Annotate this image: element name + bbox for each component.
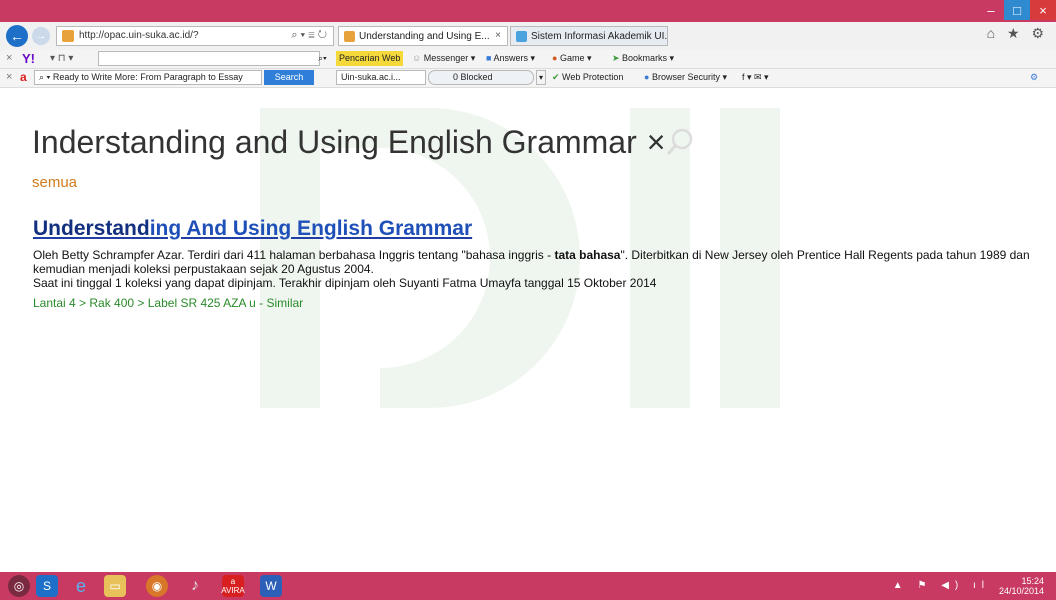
toolbar-small-controls[interactable]: ▾ ⊓ ▾ bbox=[50, 53, 73, 64]
answers-button[interactable]: ■ Answers ▾ bbox=[486, 53, 535, 64]
address-url: http://opac.uin-suka.ac.id/? bbox=[79, 30, 199, 41]
window-buttons: – □ × bbox=[978, 0, 1056, 22]
game-icon: ● bbox=[552, 53, 560, 63]
messenger-icon: ☺ bbox=[412, 53, 424, 63]
yahoo-logo-icon[interactable]: Y! bbox=[22, 51, 35, 66]
windows-taskbar: ◎ S e ▭ ◉ ♪ a AVIRA W ▲ ⚑ ◀) ıl 15:24 24/… bbox=[0, 572, 1056, 600]
result-title-rest: ing And Using English Grammar bbox=[149, 217, 473, 240]
avira-search-input[interactable]: ⌕ ▾ Ready to Write More: From Paragraph … bbox=[34, 70, 262, 85]
minimize-button[interactable]: – bbox=[978, 0, 1004, 20]
tab-close-icon[interactable]: × bbox=[495, 30, 501, 41]
result-title-highlight: Understand bbox=[33, 217, 150, 240]
tab-favicon-icon bbox=[516, 31, 527, 42]
explorer-icon[interactable]: ▭ bbox=[104, 575, 126, 597]
tab-understanding[interactable]: Understanding and Using E... × bbox=[338, 26, 508, 46]
search-query-text: Inderstanding and Using English Grammar bbox=[32, 124, 637, 160]
address-bar[interactable]: http://opac.uin-suka.ac.id/? ⌕ ▾ ≣ ↻ bbox=[56, 26, 334, 46]
blocked-counter[interactable]: 0 Blocked bbox=[428, 70, 534, 85]
maximize-button[interactable]: □ bbox=[1004, 0, 1030, 20]
system-tray-icons[interactable]: ▲ ⚑ ◀) ıl bbox=[893, 580, 990, 591]
result-description: Oleh Betty Schrampfer Azar. Terdiri dari… bbox=[33, 248, 1030, 290]
site-field[interactable]: Uin-suka.ac.i... bbox=[336, 70, 426, 85]
close-window-button[interactable]: × bbox=[1030, 0, 1056, 20]
toolbar-close-icon[interactable]: × bbox=[6, 71, 12, 83]
yahoo-toolbar: × Y! ▾ ⊓ ▾ ⌕▾ Pencarian Web ☺ Messenger … bbox=[0, 50, 1056, 69]
yahoo-search-input[interactable] bbox=[98, 51, 320, 66]
tab-label: Understanding and Using E... bbox=[359, 30, 490, 42]
forward-arrow-icon: → bbox=[35, 30, 47, 42]
tab-favicon-icon bbox=[344, 31, 355, 42]
dropdown-arrow-icon[interactable]: ▾ bbox=[536, 70, 546, 85]
search-icon[interactable] bbox=[665, 127, 695, 157]
social-buttons[interactable]: f ▾ ✉ ▾ bbox=[742, 72, 769, 83]
clock[interactable]: 15:24 24/10/2014 bbox=[999, 576, 1044, 596]
home-star-gear-icons[interactable]: ⌂ ★ ⚙ bbox=[987, 25, 1048, 42]
toolbar-close-icon[interactable]: × bbox=[6, 52, 12, 64]
avira-taskbar-icon[interactable]: a AVIRA bbox=[221, 575, 245, 597]
web-protection-button[interactable]: ✔ Web Protection bbox=[552, 72, 623, 83]
search-button[interactable]: Search bbox=[264, 70, 314, 85]
search-dropdown-icon[interactable]: ⌕▾ bbox=[318, 53, 327, 64]
ie-icon[interactable]: e bbox=[70, 575, 92, 597]
clear-search-icon[interactable]: × bbox=[647, 124, 666, 160]
back-arrow-icon: ← bbox=[10, 28, 24, 44]
navigation-bar: ← → http://opac.uin-suka.ac.id/? ⌕ ▾ ≣ ↻… bbox=[0, 22, 1056, 51]
game-button[interactable]: ● Game ▾ bbox=[552, 53, 591, 64]
result-title-link[interactable]: Understanding And Using English Grammar bbox=[33, 217, 472, 241]
paint-icon[interactable]: ◉ bbox=[146, 575, 168, 597]
word-icon[interactable]: W bbox=[260, 575, 282, 597]
firefox-icon[interactable]: ◎ bbox=[8, 575, 30, 597]
settings-icon[interactable]: ⚙ bbox=[1030, 72, 1038, 83]
back-button[interactable]: ← bbox=[6, 25, 28, 47]
tab-label: Sistem Informasi Akademik UI... bbox=[531, 30, 668, 42]
avira-logo-icon[interactable]: a bbox=[20, 70, 27, 84]
media-icon[interactable]: ♪ bbox=[184, 575, 206, 597]
result-location[interactable]: Lantai 4 > Rak 400 > Label SR 425 AZA u … bbox=[33, 296, 303, 310]
check-icon: ✔ bbox=[552, 72, 563, 82]
site-favicon-icon bbox=[62, 30, 74, 42]
avira-toolbar: × a ⌕ ▾ Ready to Write More: From Paragr… bbox=[0, 69, 1056, 88]
search-query-display[interactable]: Inderstanding and Using English Grammar × bbox=[32, 124, 665, 161]
skype-icon[interactable]: S bbox=[36, 575, 58, 597]
tab-sistem-informasi[interactable]: Sistem Informasi Akademik UI... bbox=[510, 26, 668, 46]
browser-security-button[interactable]: ● Browser Security ▾ bbox=[644, 72, 727, 83]
clock-time: 15:24 bbox=[1021, 576, 1044, 586]
filter-semua[interactable]: semua bbox=[32, 174, 77, 191]
pencarian-web-button[interactable]: Pencarian Web bbox=[336, 51, 404, 66]
messenger-button[interactable]: ☺ Messenger ▾ bbox=[412, 53, 475, 64]
lock-icon: ● bbox=[644, 72, 652, 82]
clock-date: 24/10/2014 bbox=[998, 586, 1044, 596]
bookmarks-icon: ➤ bbox=[612, 53, 623, 63]
forward-button[interactable]: → bbox=[32, 27, 50, 45]
bookmarks-button[interactable]: ➤ Bookmarks ▾ bbox=[612, 53, 674, 64]
result-availability: Saat ini tinggal 1 koleksi yang dapat di… bbox=[33, 276, 657, 290]
address-controls[interactable]: ⌕ ▾ ≣ ↻ bbox=[291, 29, 327, 42]
